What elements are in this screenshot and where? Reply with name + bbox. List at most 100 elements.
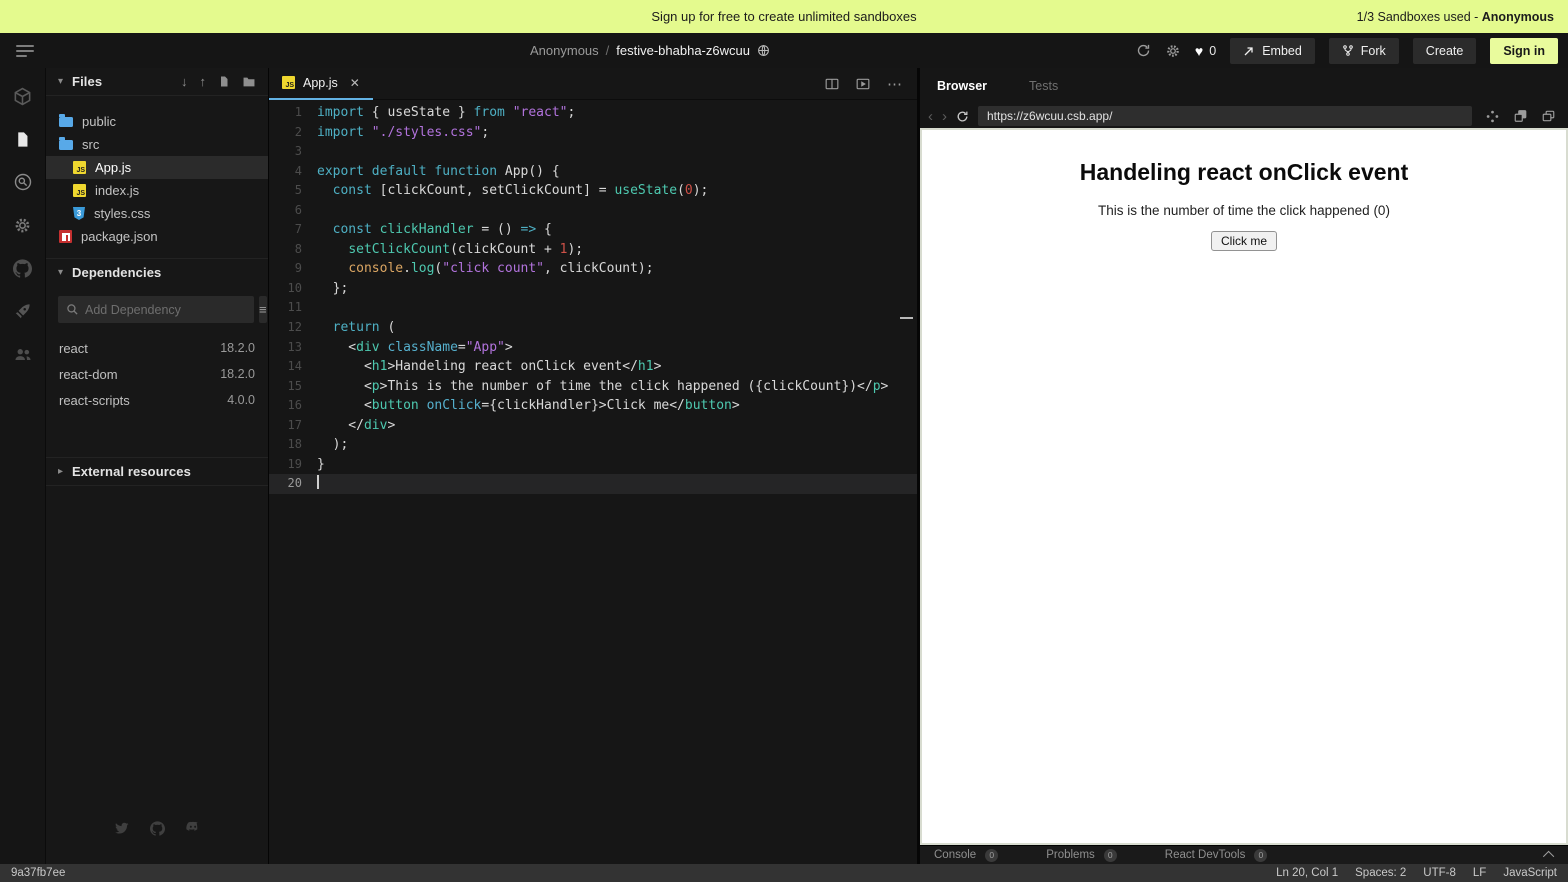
dependencies-section-header[interactable]: ▾ Dependencies [46, 259, 268, 286]
signup-banner-link[interactable]: Sign up for free to create unlimited san… [651, 9, 916, 24]
github-icon[interactable] [7, 252, 39, 284]
file-row-packagejson[interactable]: package.json [46, 225, 268, 248]
files-explorer-icon[interactable] [7, 123, 39, 155]
split-view-icon[interactable] [825, 78, 839, 90]
file-row-public[interactable]: public [46, 110, 268, 133]
heart-icon: ♥ [1195, 43, 1203, 59]
code-line-12[interactable]: 12 return ( [269, 318, 917, 338]
forward-icon[interactable]: › [942, 109, 947, 124]
github-icon[interactable] [150, 821, 165, 836]
deploy-rocket-icon[interactable] [7, 295, 39, 327]
file-row-appjs[interactable]: App.js [46, 156, 268, 179]
devtools-count-badge: 0 [1254, 849, 1267, 862]
dependency-row-react[interactable]: react 18.2.0 [46, 335, 268, 361]
refresh-icon[interactable] [956, 110, 969, 123]
problems-tab[interactable]: Problems 0 [1046, 849, 1117, 862]
new-window-icon[interactable] [1513, 109, 1528, 123]
search-icon[interactable] [7, 166, 39, 198]
code-line-9[interactable]: 9 console.log("click count", clickCount)… [269, 259, 917, 279]
activity-rail [0, 68, 46, 864]
code-line-13[interactable]: 13 <div className="App"> [269, 338, 917, 358]
text-cursor [317, 475, 319, 489]
indentation[interactable]: Spaces: 2 [1355, 867, 1406, 879]
responsive-mode-icon[interactable] [1485, 109, 1500, 124]
tab-browser[interactable]: Browser [937, 79, 987, 93]
react-devtools-tab[interactable]: React DevTools 0 [1165, 849, 1268, 862]
config-gear-icon[interactable] [7, 209, 39, 241]
console-tab[interactable]: Console 0 [934, 849, 998, 862]
code-line-20[interactable]: 20 [269, 474, 917, 494]
refresh-icon[interactable] [1136, 43, 1151, 58]
dependency-row-react-dom[interactable]: react-dom 18.2.0 [46, 361, 268, 387]
editor-tabbar: App.js ✕ ⋯ [269, 68, 917, 100]
folder-open-icon [59, 140, 73, 150]
sandbox-title[interactable]: festive-bhabha-z6wcuu [616, 43, 750, 58]
dependency-menu-icon[interactable]: ≡ [259, 296, 267, 323]
create-button[interactable]: Create [1413, 38, 1477, 64]
preview-tabs: Browser Tests [920, 68, 1568, 104]
code-line-2[interactable]: 2import "./styles.css"; [269, 123, 917, 143]
dependency-row-react-scripts[interactable]: react-scripts 4.0.0 [46, 387, 268, 413]
menu-icon[interactable] [16, 45, 34, 57]
more-options-icon[interactable]: ⋯ [887, 75, 903, 93]
tab-tests[interactable]: Tests [1029, 79, 1058, 93]
back-icon[interactable]: ‹ [928, 109, 933, 124]
version-hash: 9a37fb7ee [11, 867, 65, 879]
signup-banner: Sign up for free to create unlimited san… [0, 0, 1568, 33]
live-users-icon[interactable] [7, 338, 39, 370]
code-line-11[interactable]: 11 [269, 298, 917, 318]
code-line-15[interactable]: 15 <p>This is the number of time the cli… [269, 377, 917, 397]
click-me-button[interactable]: Click me [1211, 231, 1277, 251]
add-dependency-input[interactable] [58, 296, 254, 323]
fork-button[interactable]: Fork [1329, 38, 1399, 64]
code-line-19[interactable]: 19} [269, 455, 917, 475]
privacy-globe-icon[interactable] [757, 44, 770, 57]
file-row-stylescss[interactable]: styles.css [46, 202, 268, 225]
code-line-10[interactable]: 10 }; [269, 279, 917, 299]
embed-button[interactable]: Embed [1230, 38, 1315, 64]
file-row-src[interactable]: src [46, 133, 268, 156]
breadcrumb-separator: / [606, 43, 610, 58]
code-lines[interactable]: 1import { useState } from "react";2impor… [269, 100, 917, 864]
eol-type[interactable]: LF [1473, 867, 1486, 879]
preview-page: Handeling react onClick event This is th… [922, 130, 1566, 843]
close-tab-icon[interactable]: ✕ [350, 76, 360, 90]
open-preview-icon[interactable] [856, 78, 870, 90]
file-row-indexjs[interactable]: index.js [46, 179, 268, 202]
tab-appjs[interactable]: App.js ✕ [269, 68, 373, 100]
discord-icon[interactable] [185, 821, 201, 836]
new-file-icon[interactable] [218, 75, 230, 88]
code-line-16[interactable]: 16 <button onClick={clickHandler}>Click … [269, 396, 917, 416]
owner-link[interactable]: Anonymous [530, 43, 599, 58]
language-mode[interactable]: JavaScript [1503, 867, 1557, 879]
like-button[interactable]: ♥ 0 [1195, 43, 1216, 59]
sign-in-button[interactable]: Sign in [1490, 38, 1558, 64]
code-line-6[interactable]: 6 [269, 201, 917, 221]
expand-console-chevron-icon[interactable] [1543, 851, 1554, 862]
download-icon[interactable]: ↓ [181, 74, 188, 89]
settings-gear-icon[interactable] [1165, 43, 1181, 59]
cursor-position[interactable]: Ln 20, Col 1 [1276, 867, 1338, 879]
code-line-5[interactable]: 5 const [clickCount, setClickCount] = us… [269, 181, 917, 201]
files-section-header[interactable]: ▾ Files ↓ ↑ [46, 68, 268, 95]
code-line-14[interactable]: 14 <h1>Handeling react onClick event</h1… [269, 357, 917, 377]
js-file-icon [282, 76, 295, 89]
social-links [46, 821, 268, 836]
sandbox-cube-icon[interactable] [7, 80, 39, 112]
upload-icon[interactable]: ↑ [200, 74, 207, 89]
code-line-4[interactable]: 4export default function App() { [269, 162, 917, 182]
duplicate-view-icon[interactable] [1541, 109, 1556, 123]
preview-paragraph: This is the number of time the click hap… [922, 203, 1566, 218]
encoding[interactable]: UTF-8 [1423, 867, 1456, 879]
new-folder-icon[interactable] [242, 76, 256, 88]
twitter-icon[interactable] [114, 821, 130, 836]
code-line-8[interactable]: 8 setClickCount(clickCount + 1); [269, 240, 917, 260]
url-input[interactable] [978, 106, 1472, 126]
code-line-3[interactable]: 3 [269, 142, 917, 162]
external-resources-header[interactable]: ▸ External resources [46, 458, 268, 485]
code-line-7[interactable]: 7 const clickHandler = () => { [269, 220, 917, 240]
code-line-17[interactable]: 17 </div> [269, 416, 917, 436]
code-line-1[interactable]: 1import { useState } from "react"; [269, 103, 917, 123]
code-line-18[interactable]: 18 ); [269, 435, 917, 455]
js-file-icon [73, 161, 86, 174]
